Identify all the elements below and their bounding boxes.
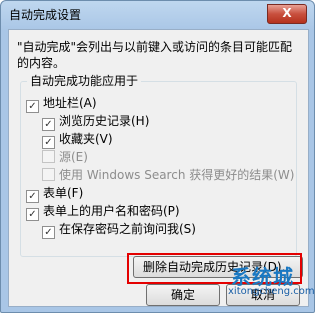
option-forms[interactable]: ✓ 表单(F): [26, 185, 84, 203]
option-label: 使用 Windows Search 获得更好的结果(W): [59, 168, 295, 182]
option-label: 表单(F): [43, 186, 84, 200]
option-feeds: 源(E): [42, 149, 88, 165]
option-address-bar[interactable]: ✓ 地址栏(A): [26, 95, 97, 113]
close-button[interactable]: X: [267, 4, 307, 24]
option-label: 收藏夹(V): [59, 132, 113, 146]
option-windows-search: 使用 Windows Search 获得更好的结果(W): [42, 167, 294, 183]
ok-button[interactable]: 确定: [146, 284, 220, 306]
checkbox-checked-icon[interactable]: ✓: [26, 100, 39, 113]
option-usernames-passwords[interactable]: ✓ 表单上的用户名和密码(P): [26, 203, 180, 221]
option-label: 表单上的用户名和密码(P): [43, 204, 180, 218]
autocomplete-settings-dialog: 自动完成设置 X "自动完成"会列出与以前键入或访问的条目可能匹配的内容。 自动…: [0, 0, 315, 313]
group-label: 自动完成功能应用于: [27, 72, 142, 89]
option-label: 浏览历史记录(H): [59, 114, 150, 128]
checkbox-disabled-icon: [42, 168, 55, 181]
checkbox-checked-icon[interactable]: ✓: [42, 136, 55, 149]
checkbox-checked-icon[interactable]: ✓: [26, 190, 39, 203]
dialog-title: 自动完成设置: [9, 8, 82, 22]
title-bar[interactable]: 自动完成设置 X: [1, 1, 314, 29]
watermark: 系统城 xitongcheng.com: [228, 261, 314, 297]
checkbox-disabled-icon: [42, 150, 55, 163]
option-browsing-history[interactable]: ✓ 浏览历史记录(H): [42, 113, 150, 131]
option-favorites[interactable]: ✓ 收藏夹(V): [42, 131, 113, 149]
option-label: 在保存密码之前询问我(S): [59, 222, 196, 236]
checkbox-checked-icon[interactable]: ✓: [42, 226, 55, 239]
checkbox-checked-icon[interactable]: ✓: [26, 208, 39, 221]
option-ask-before-saving[interactable]: ✓ 在保存密码之前询问我(S): [42, 221, 196, 239]
checkbox-checked-icon[interactable]: ✓: [42, 118, 55, 131]
description-text: "自动完成"会列出与以前键入或访问的条目可能匹配的内容。: [17, 40, 293, 70]
option-label: 地址栏(A): [43, 96, 97, 110]
watermark-url: xitongcheng.com: [228, 286, 315, 297]
option-label: 源(E): [59, 150, 88, 164]
